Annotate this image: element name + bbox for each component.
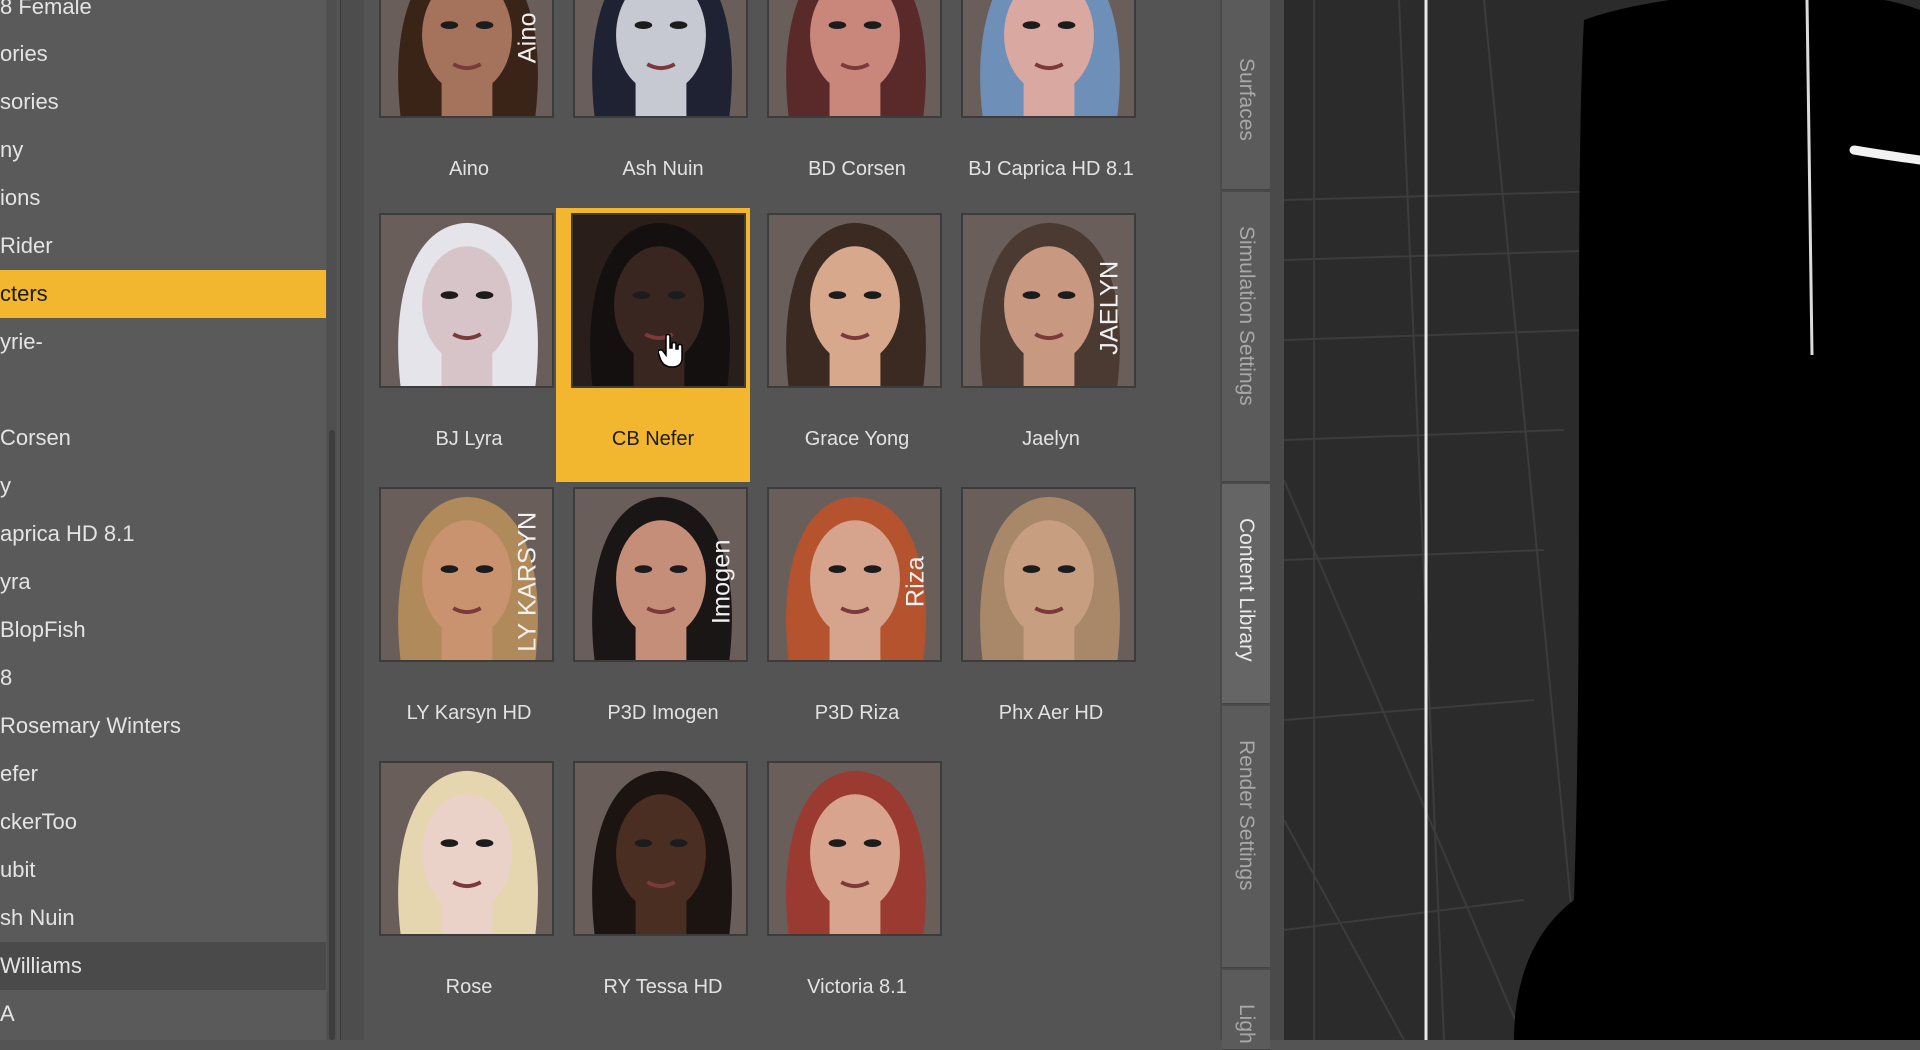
content-item[interactable]: Phx Aer HD [946,482,1140,756]
content-item[interactable]: Imogen P3D Imogen [558,482,752,756]
character-name: LY Karsyn HD [406,702,532,724]
content-item[interactable]: Riza P3D Riza [752,482,946,756]
tree-item[interactable]: cters [0,270,326,318]
character-name: BJ Lyra [435,428,503,450]
character-thumbnail[interactable]: Aino [379,0,554,118]
content-item[interactable]: BJ Caprica HD 8.1 [946,0,1140,212]
character-name: CB Nefer [611,428,695,450]
tree-item[interactable]: ny [0,126,326,174]
tree-item[interactable]: A [0,990,326,1038]
tree-item[interactable]: y [0,462,326,510]
hand-cursor-icon [657,333,684,368]
character-name: BJ Caprica HD 8.1 [968,158,1134,180]
tree-item[interactable]: Rider [0,222,326,270]
character-name: Ash Nuin [622,158,704,180]
character-name: P3D Imogen [607,702,719,724]
side-tab-label: Surfaces [1235,58,1258,141]
tree-item[interactable]: yrie- [0,318,326,366]
content-item[interactable]: Victoria 8.1 [752,756,946,1030]
content-item[interactable]: CB Nefer [556,208,750,482]
tree-item[interactable]: Williams [0,942,326,990]
tree-item[interactable]: sh Nuin [0,894,326,942]
character-thumbnail[interactable] [379,213,554,388]
content-item[interactable]: BD Corsen [752,0,946,212]
content-item[interactable]: RY Tessa HD [558,756,752,1030]
side-tab[interactable]: Content Library [1222,484,1270,704]
character-thumbnail[interactable] [573,761,748,936]
tree-item[interactable]: efer [0,750,326,798]
character-name: Aino [448,158,490,180]
thumbnail-label: Imogen [707,539,735,624]
side-tab[interactable]: Ligh [1222,970,1270,1050]
character-name: Jaelyn [1022,428,1080,450]
content-item[interactable]: BJ Lyra [364,208,558,482]
character-thumbnail[interactable] [961,0,1136,118]
tree-scrollbar-thumb[interactable] [329,430,335,1040]
content-item[interactable]: Rose [364,756,558,1030]
panel-splitter[interactable] [340,0,365,1040]
tree-item[interactable]: ories [0,30,326,78]
thumbnail-label: Riza [901,556,929,608]
tree-item[interactable]: Rosemary Winters [0,702,326,750]
character-name: Grace Yong [804,428,910,450]
side-tab-label: Content Library [1235,518,1258,662]
content-item[interactable]: LY KARSYN LY Karsyn HD [364,482,558,756]
thumbnail-label: LY KARSYN [513,512,541,652]
character-thumbnail[interactable] [767,0,942,118]
tree-item[interactable]: BlopFish [0,606,326,654]
tree-item[interactable]: ions [0,174,326,222]
tree-item[interactable] [0,366,326,414]
content-item[interactable]: JAELYN Jaelyn [946,208,1140,482]
side-tab-label: Render Settings [1235,740,1258,891]
tree-item[interactable]: aprica HD 8.1 [0,510,326,558]
character-name: P3D Riza [814,702,900,724]
character-thumbnail[interactable]: Riza [767,487,942,662]
side-tab[interactable]: Surfaces [1222,0,1270,190]
tree-item[interactable]: sories [0,78,326,126]
thumbnail-label: JAELYN [1095,261,1123,355]
character-name: BD Corsen [808,158,906,180]
tree-item[interactable]: Corsen [0,414,326,462]
tree-item[interactable]: 8 [0,654,326,702]
content-item[interactable]: Ash Nuin [558,0,752,212]
character-thumbnail[interactable]: Imogen [573,487,748,662]
character-thumbnail[interactable]: JAELYN [961,213,1136,388]
character-thumbnail[interactable]: LY KARSYN [379,487,554,662]
3d-viewport[interactable] [1284,0,1920,1040]
character-name: Rose [445,976,493,998]
side-tab-label: Ligh [1235,1004,1258,1044]
tree-item[interactable]: yra [0,558,326,606]
tree-item[interactable]: ckerToo [0,798,326,846]
content-grid: Aino Aino Ash Nuin BD Corsen BJ Caprica HD 8… [364,0,1220,1040]
character-thumbnail[interactable] [573,0,748,118]
character-thumbnail[interactable] [767,213,942,388]
character-name: RY Tessa HD [603,976,723,998]
side-tab[interactable]: Simulation Settings [1222,192,1270,482]
content-item[interactable]: Grace Yong [752,208,946,482]
content-item[interactable]: Aino Aino [364,0,558,212]
side-tab-label: Simulation Settings [1235,226,1258,406]
character-name: Phx Aer HD [998,702,1104,724]
character-thumbnail[interactable] [961,487,1136,662]
tree-item[interactable]: ubit [0,846,326,894]
tree-item[interactable]: 8 Female [0,0,326,31]
character-thumbnail[interactable] [379,761,554,936]
side-tab[interactable]: Render Settings [1222,706,1270,968]
character-thumbnail[interactable] [767,761,942,936]
character-name: Victoria 8.1 [807,976,907,998]
viewport-scene [1284,0,1920,1040]
content-tree-panel: 8 Female ories sories ny ions Rider cters yrie-… [0,0,326,1040]
thumbnail-label: Aino [513,12,541,63]
